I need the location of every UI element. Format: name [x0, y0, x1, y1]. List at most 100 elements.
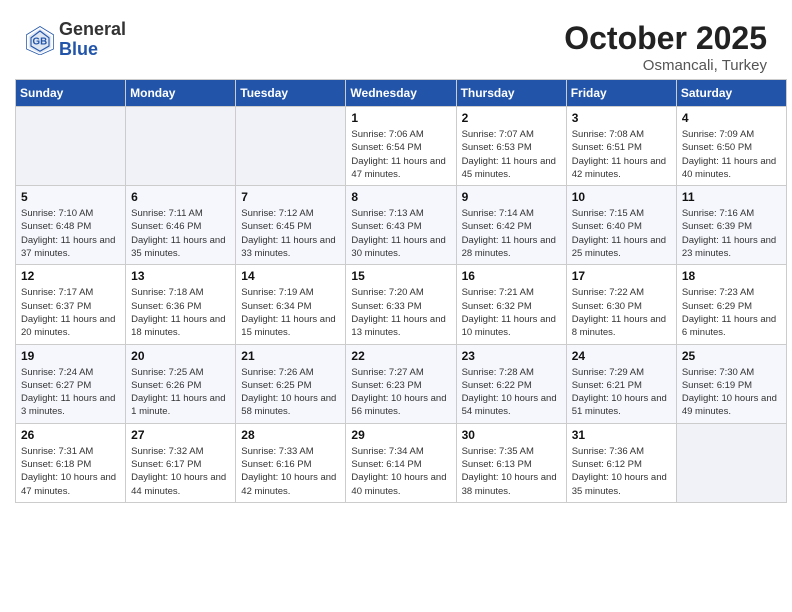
day-number: 7 — [241, 190, 340, 204]
calendar-day: 7 Sunrise: 7:12 AMSunset: 6:45 PMDaylight… — [236, 186, 346, 265]
logo: GB General Blue — [25, 20, 126, 60]
calendar-day: 6Sunrise: 7:11 AMSunset: 6:46 PMDaylight… — [126, 186, 236, 265]
day-info: Sunrise: 7:25 AMSunset: 6:26 PMDaylight:… — [131, 366, 230, 419]
day-number: 29 — [351, 428, 450, 442]
day-info: Sunrise: 7:08 AMSunset: 6:51 PMDaylight:… — [572, 128, 671, 181]
day-info: Sunrise: 7:10 AMSunset: 6:48 PMDaylight:… — [21, 207, 120, 260]
day-number: 25 — [682, 349, 781, 363]
logo-icon: GB — [25, 25, 55, 55]
day-header-friday: Friday — [566, 80, 676, 107]
calendar-week-2: 5 Sunrise: 7:10 AMSunset: 6:48 PMDaylight… — [16, 186, 787, 265]
day-number: 2 — [462, 111, 561, 125]
day-header-tuesday: Tuesday — [236, 80, 346, 107]
calendar-day: 24 Sunrise: 7:29 AMSunset: 6:21 PMDayligh… — [566, 344, 676, 423]
day-info: Sunrise: 7:07 AMSunset: 6:53 PMDaylight:… — [462, 128, 561, 181]
page-header: GB General Blue October 2025 Osmancali, … — [10, 10, 782, 79]
day-info: Sunrise: 7:12 AMSunset: 6:45 PMDaylight:… — [241, 207, 340, 260]
day-number: 3 — [572, 111, 671, 125]
calendar-day: 22 Sunrise: 7:27 AMSunset: 6:23 PMDayligh… — [346, 344, 456, 423]
day-header-saturday: Saturday — [676, 80, 786, 107]
day-number: 15 — [351, 269, 450, 283]
calendar-day — [676, 423, 786, 502]
day-header-wednesday: Wednesday — [346, 80, 456, 107]
day-number: 19 — [21, 349, 120, 363]
calendar-day: 11Sunrise: 7:16 AMSunset: 6:39 PMDayligh… — [676, 186, 786, 265]
day-info: Sunrise: 7:28 AMSunset: 6:22 PMDaylight:… — [462, 366, 561, 419]
day-number: 9 — [462, 190, 561, 204]
day-number: 17 — [572, 269, 671, 283]
day-info: Sunrise: 7:35 AMSunset: 6:13 PMDaylight:… — [462, 445, 561, 498]
calendar-day: 26Sunrise: 7:31 AMSunset: 6:18 PMDayligh… — [16, 423, 126, 502]
day-number: 21 — [241, 349, 340, 363]
day-number: 23 — [462, 349, 561, 363]
day-header-thursday: Thursday — [456, 80, 566, 107]
calendar-week-4: 19 Sunrise: 7:24 AMSunset: 6:27 PMDayligh… — [16, 344, 787, 423]
day-number: 18 — [682, 269, 781, 283]
title-block: October 2025 Osmancali, Turkey — [564, 20, 767, 74]
day-info: Sunrise: 7:24 AMSunset: 6:27 PMDaylight:… — [21, 366, 120, 419]
calendar-day: 25 Sunrise: 7:30 AMSunset: 6:19 PMDayligh… — [676, 344, 786, 423]
calendar-day: 29 Sunrise: 7:34 AMSunset: 6:14 PMDayligh… — [346, 423, 456, 502]
day-number: 14 — [241, 269, 340, 283]
day-number: 12 — [21, 269, 120, 283]
calendar-day: 20 Sunrise: 7:25 AMSunset: 6:26 PMDayligh… — [126, 344, 236, 423]
day-number: 24 — [572, 349, 671, 363]
day-info: Sunrise: 7:19 AMSunset: 6:34 PMDaylight:… — [241, 286, 340, 339]
calendar-day: 31Sunrise: 7:36 AMSunset: 6:12 PMDayligh… — [566, 423, 676, 502]
day-number: 8 — [351, 190, 450, 204]
day-info: Sunrise: 7:18 AMSunset: 6:36 PMDaylight:… — [131, 286, 230, 339]
day-number: 5 — [21, 190, 120, 204]
day-number: 22 — [351, 349, 450, 363]
calendar-day: 2 Sunrise: 7:07 AMSunset: 6:53 PMDaylight… — [456, 107, 566, 186]
calendar-day: 5 Sunrise: 7:10 AMSunset: 6:48 PMDaylight… — [16, 186, 126, 265]
calendar-day — [16, 107, 126, 186]
calendar-week-1: 1 Sunrise: 7:06 AMSunset: 6:54 PMDaylight… — [16, 107, 787, 186]
day-info: Sunrise: 7:17 AMSunset: 6:37 PMDaylight:… — [21, 286, 120, 339]
calendar-day: 23 Sunrise: 7:28 AMSunset: 6:22 PMDayligh… — [456, 344, 566, 423]
calendar-day: 12 Sunrise: 7:17 AMSunset: 6:37 PMDayligh… — [16, 265, 126, 344]
day-info: Sunrise: 7:06 AMSunset: 6:54 PMDaylight:… — [351, 128, 450, 181]
calendar-week-3: 12 Sunrise: 7:17 AMSunset: 6:37 PMDayligh… — [16, 265, 787, 344]
calendar-day: 14 Sunrise: 7:19 AMSunset: 6:34 PMDayligh… — [236, 265, 346, 344]
day-info: Sunrise: 7:27 AMSunset: 6:23 PMDaylight:… — [351, 366, 450, 419]
day-info: Sunrise: 7:09 AMSunset: 6:50 PMDaylight:… — [682, 128, 781, 181]
day-info: Sunrise: 7:15 AMSunset: 6:40 PMDaylight:… — [572, 207, 671, 260]
calendar-day: 9 Sunrise: 7:14 AMSunset: 6:42 PMDaylight… — [456, 186, 566, 265]
calendar-day: 15 Sunrise: 7:20 AMSunset: 6:33 PMDayligh… — [346, 265, 456, 344]
day-info: Sunrise: 7:13 AMSunset: 6:43 PMDaylight:… — [351, 207, 450, 260]
day-info: Sunrise: 7:33 AMSunset: 6:16 PMDaylight:… — [241, 445, 340, 498]
calendar-day: 4Sunrise: 7:09 AMSunset: 6:50 PMDaylight… — [676, 107, 786, 186]
calendar-day — [236, 107, 346, 186]
day-info: Sunrise: 7:34 AMSunset: 6:14 PMDaylight:… — [351, 445, 450, 498]
logo-text: General Blue — [59, 20, 126, 60]
calendar-day: 8 Sunrise: 7:13 AMSunset: 6:43 PMDaylight… — [346, 186, 456, 265]
svg-text:GB: GB — [33, 36, 48, 47]
day-info: Sunrise: 7:32 AMSunset: 6:17 PMDaylight:… — [131, 445, 230, 498]
calendar-day: 17Sunrise: 7:22 AMSunset: 6:30 PMDayligh… — [566, 265, 676, 344]
month-title: October 2025 — [564, 20, 767, 57]
day-number: 31 — [572, 428, 671, 442]
calendar-day: 10Sunrise: 7:15 AMSunset: 6:40 PMDayligh… — [566, 186, 676, 265]
day-header-sunday: Sunday — [16, 80, 126, 107]
day-number: 1 — [351, 111, 450, 125]
calendar-header-row: SundayMondayTuesdayWednesdayThursdayFrid… — [16, 80, 787, 107]
day-number: 28 — [241, 428, 340, 442]
location-subtitle: Osmancali, Turkey — [564, 57, 767, 74]
day-number: 26 — [21, 428, 120, 442]
calendar-day: 21Sunrise: 7:26 AMSunset: 6:25 PMDayligh… — [236, 344, 346, 423]
day-number: 13 — [131, 269, 230, 283]
calendar-day: 1 Sunrise: 7:06 AMSunset: 6:54 PMDaylight… — [346, 107, 456, 186]
day-info: Sunrise: 7:14 AMSunset: 6:42 PMDaylight:… — [462, 207, 561, 260]
day-info: Sunrise: 7:30 AMSunset: 6:19 PMDaylight:… — [682, 366, 781, 419]
calendar-week-5: 26Sunrise: 7:31 AMSunset: 6:18 PMDayligh… — [16, 423, 787, 502]
day-number: 20 — [131, 349, 230, 363]
calendar-day: 27Sunrise: 7:32 AMSunset: 6:17 PMDayligh… — [126, 423, 236, 502]
calendar-day: 18Sunrise: 7:23 AMSunset: 6:29 PMDayligh… — [676, 265, 786, 344]
calendar-day: 3 Sunrise: 7:08 AMSunset: 6:51 PMDaylight… — [566, 107, 676, 186]
day-info: Sunrise: 7:29 AMSunset: 6:21 PMDaylight:… — [572, 366, 671, 419]
day-info: Sunrise: 7:20 AMSunset: 6:33 PMDaylight:… — [351, 286, 450, 339]
calendar-day: 30Sunrise: 7:35 AMSunset: 6:13 PMDayligh… — [456, 423, 566, 502]
calendar-day: 28 Sunrise: 7:33 AMSunset: 6:16 PMDayligh… — [236, 423, 346, 502]
calendar-day: 16Sunrise: 7:21 AMSunset: 6:32 PMDayligh… — [456, 265, 566, 344]
day-number: 6 — [131, 190, 230, 204]
